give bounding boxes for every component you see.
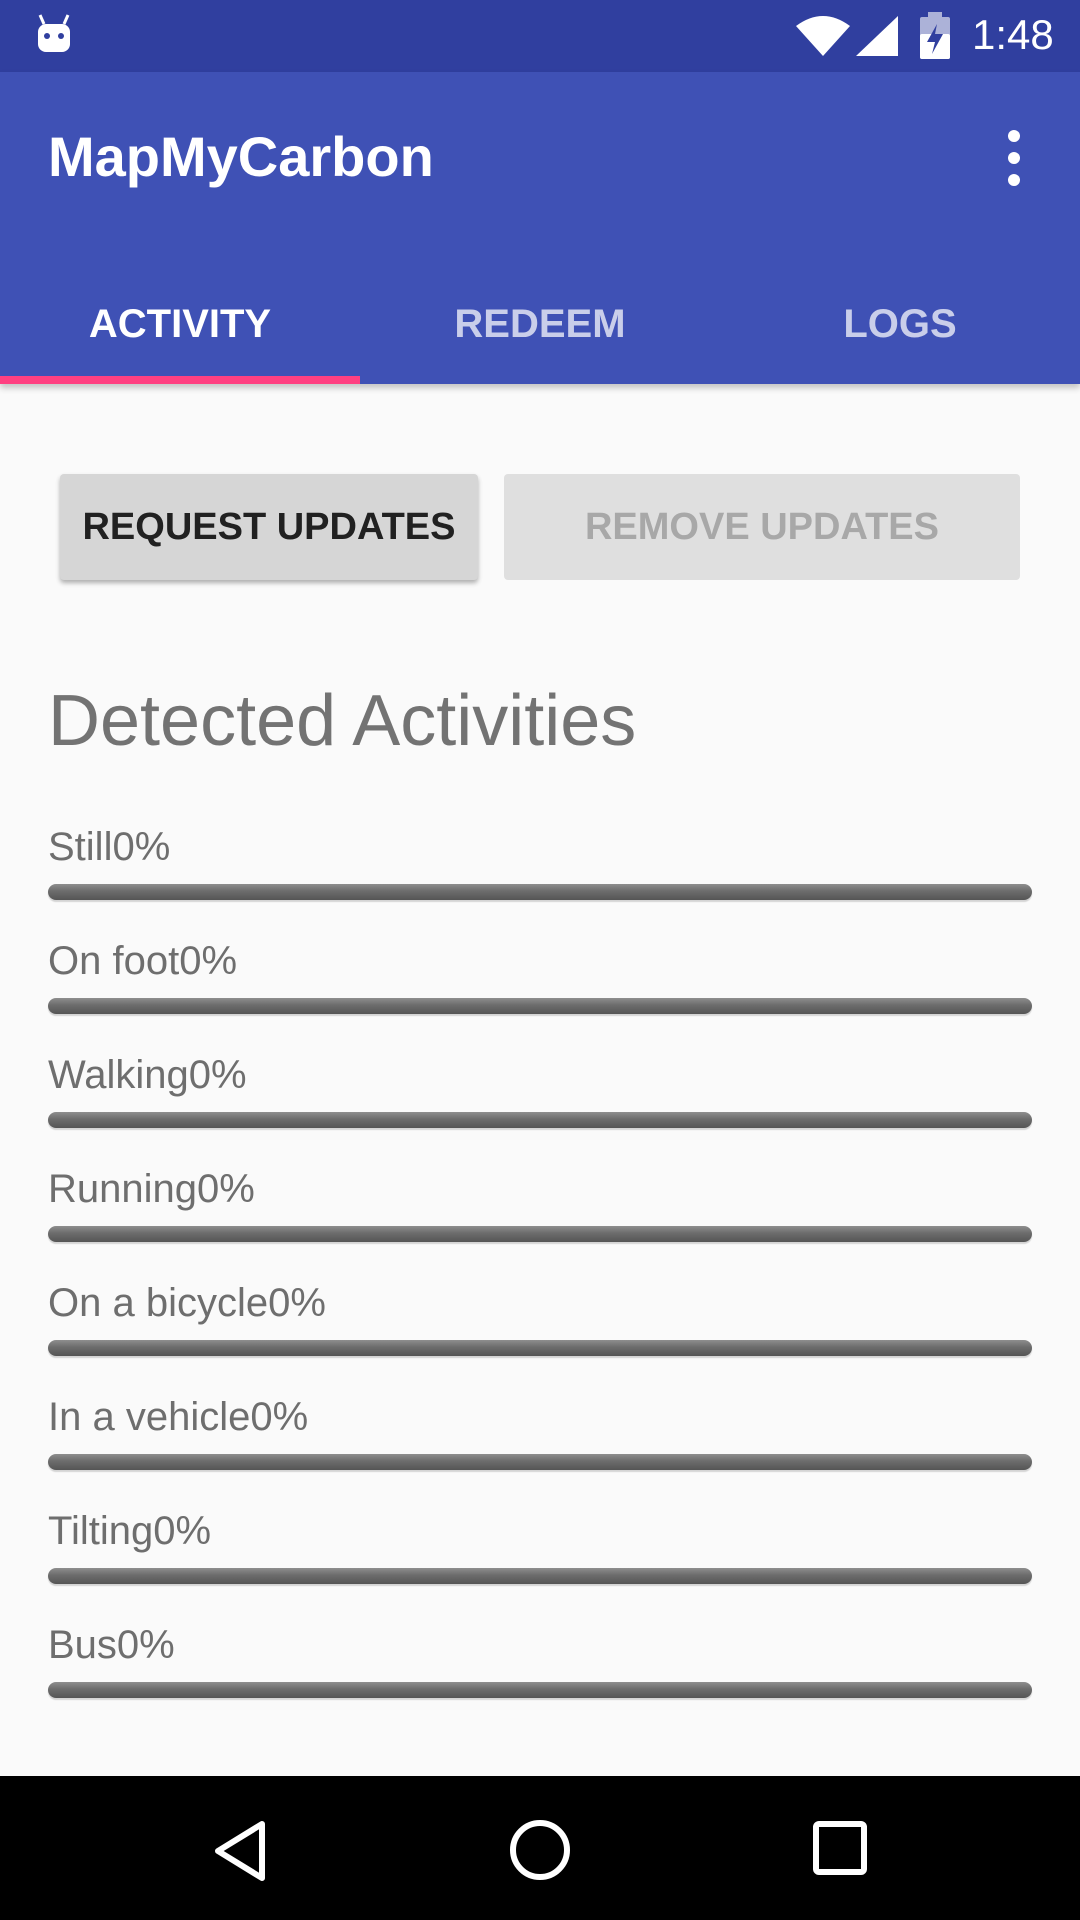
activity-label: Running0%	[48, 1167, 255, 1211]
activity-progress-bar	[48, 884, 1032, 900]
activity-label: Bus0%	[48, 1623, 175, 1667]
wifi-icon	[796, 16, 850, 56]
status-clock: 1:48	[972, 11, 1054, 58]
activity-label: Tilting0%	[48, 1509, 212, 1553]
activity-label: Walking0%	[48, 1053, 247, 1097]
section-title: Detected Activities	[48, 681, 637, 761]
back-icon[interactable]	[210, 1818, 270, 1884]
activity-progress-bar	[48, 998, 1032, 1014]
activity-row-running: Running0%	[48, 1164, 1032, 1274]
activity-label: Still0%	[48, 825, 171, 869]
home-icon[interactable]	[508, 1818, 572, 1882]
activity-row-tilting: Tilting0%	[48, 1506, 1032, 1616]
activity-progress-bar	[48, 1568, 1032, 1584]
more-vert-icon[interactable]	[1000, 126, 1028, 186]
activity-progress-bar	[48, 1226, 1032, 1242]
activity-label: On foot0%	[48, 939, 238, 983]
activity-row-still: Still0%	[48, 822, 1032, 932]
signal-icon	[856, 16, 898, 56]
battery-charging-icon	[920, 12, 950, 59]
activity-row-vehicle: In a vehicle0%	[48, 1392, 1032, 1502]
activity-row-on-foot: On foot0%	[48, 936, 1032, 1046]
app-bar: MapMyCarbon ACTIVITY REDEEM LOGS	[0, 72, 1080, 384]
activity-row-walking: Walking0%	[48, 1050, 1032, 1160]
tab-redeem[interactable]: REDEEM	[360, 264, 720, 384]
activity-progress-bar	[48, 1112, 1032, 1128]
activity-progress-bar	[48, 1454, 1032, 1470]
activity-progress-bar	[48, 1682, 1032, 1698]
recent-apps-icon[interactable]	[812, 1820, 868, 1876]
navigation-bar	[0, 1776, 1080, 1920]
remove-updates-button[interactable]: REMOVE UPDATES	[504, 474, 1020, 580]
activity-row-bicycle: On a bicycle0%	[48, 1278, 1032, 1388]
activity-row-bus: Bus0%	[48, 1620, 1032, 1730]
activity-label: On a bicycle0%	[48, 1281, 326, 1325]
activity-label: In a vehicle0%	[48, 1395, 309, 1439]
request-updates-button[interactable]: REQUEST UPDATES	[60, 474, 478, 580]
android-icon	[38, 14, 70, 52]
status-bar: 1:48	[0, 0, 1080, 72]
tab-logs[interactable]: LOGS	[720, 264, 1080, 384]
tab-activity[interactable]: ACTIVITY	[0, 264, 360, 384]
activity-progress-bar	[48, 1340, 1032, 1356]
app-title: MapMyCarbon	[48, 125, 434, 188]
tab-indicator	[0, 376, 360, 384]
